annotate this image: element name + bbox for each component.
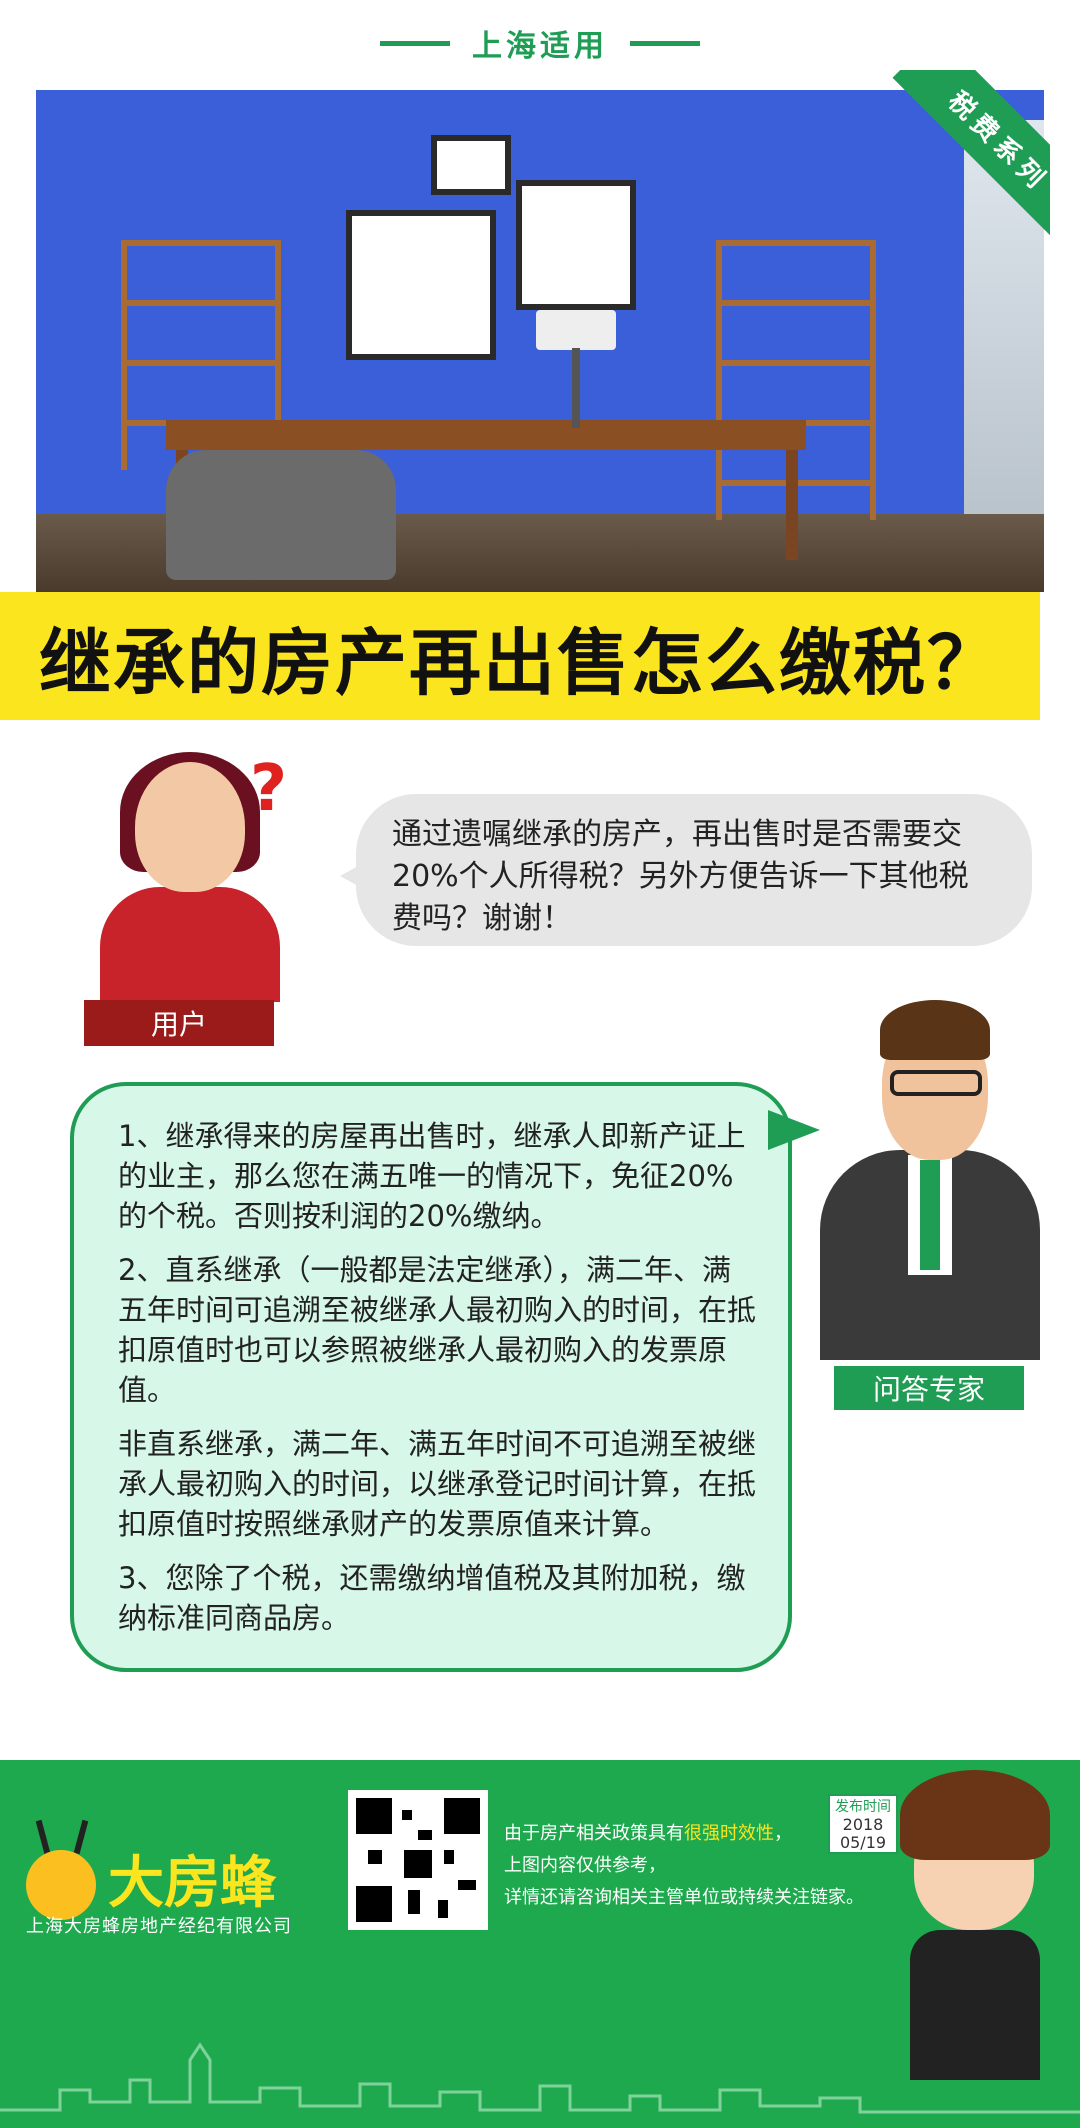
divider [380, 40, 450, 46]
desk [166, 420, 806, 450]
disclaimer-text: 由于房产相关政策具有 [504, 1823, 684, 1844]
user-label: 用户 [84, 1000, 274, 1046]
series-badge-label: 税费系列 [942, 85, 1050, 198]
question-mark-icon: ? [250, 752, 288, 826]
page-title: 继承的房产再出售怎么缴税？ [38, 620, 1001, 705]
answer-paragraph: 3、您除了个税，还需缴纳增值税及其附加税，缴纳标准同商品房。 [118, 1561, 746, 1635]
expert-label: 问答专家 [834, 1366, 1024, 1410]
lamp-stem [572, 348, 580, 428]
disclaimer-text: ， [774, 1823, 792, 1844]
desk-leg [786, 450, 798, 560]
answer-bubble: 1、继承得来的房屋再出售时，继承人即新产证上的业主，那么您在满五唯一的情况下，免… [70, 1082, 820, 1672]
publish-date: 发布时间 2018 05/19 [828, 1794, 898, 1854]
disclaimer-text: 详情还请咨询相关主管单位或持续关注链家。 [504, 1887, 864, 1908]
publish-date-label: 发布时间 [835, 1799, 891, 1815]
picture-frame [431, 135, 511, 195]
disclaimer-text: 上图内容仅供参考， [504, 1855, 666, 1876]
brand-name: 大房蜂 [108, 1851, 276, 1916]
picture-frame [516, 180, 636, 310]
title-band: 继承的房产再出售怎么缴税？ [0, 592, 1040, 720]
qr-code[interactable] [348, 1790, 488, 1930]
expert-avatar [820, 1000, 1040, 1360]
region-tag: 上海适用 [0, 18, 1080, 68]
glasses-icon [890, 1070, 982, 1096]
answer-paragraph: 2、直系继承（一般都是法定继承），满二年、满五年时间可追溯至被继承人最初购入的时… [118, 1253, 757, 1407]
armchair [166, 450, 396, 580]
picture-frame [346, 210, 496, 360]
company-name: 上海大房蜂房地产经纪有限公司 [26, 1916, 292, 1937]
publish-year: 2018 [842, 1815, 884, 1834]
city-skyline [0, 2042, 1080, 2114]
series-badge: 税费系列 [840, 70, 1050, 280]
publish-month-day: 05/19 [839, 1833, 887, 1852]
bee-logo-icon [26, 1850, 96, 1920]
disclaimer-highlight: 很强时效性 [684, 1823, 774, 1844]
question-bubble: 通过遗嘱继承的房产，再出售时是否需要交20%个人所得税？另外方便告诉一下其他税费… [340, 794, 1032, 946]
region-tag-text: 上海适用 [472, 29, 608, 64]
divider [630, 40, 700, 46]
answer-paragraph: 1、继承得来的房屋再出售时，继承人即新产证上的业主，那么您在满五唯一的情况下，免… [118, 1119, 746, 1233]
answer-paragraph: 非直系继承，满二年、满五年时间不可追溯至被继承人最初购入的时间，以继承登记时间计… [118, 1427, 757, 1541]
lamp [536, 310, 616, 350]
